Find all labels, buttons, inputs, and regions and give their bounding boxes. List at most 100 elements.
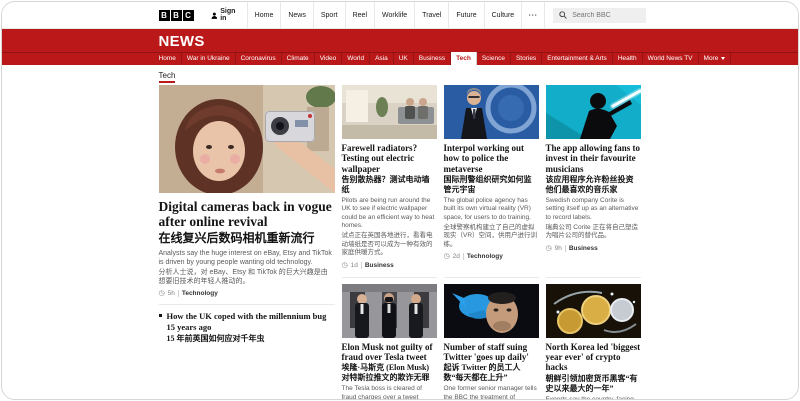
topnav-sport[interactable]: Sport [313,2,345,28]
article-title[interactable]: Digital cameras back in vogue after onli… [159,199,335,229]
news-masthead: NEWS [2,29,798,52]
article-meta: ◷ 2d Technology [444,253,539,260]
topnav-culture[interactable]: Culture [484,2,522,28]
article-title[interactable]: Elon Musk not guilty of fraud over Tesla… [342,342,437,363]
article-summary-zh: 分析人士说，对 eBay、Etsy 和 TikTok 的巨大兴趣是由想要旧技术的… [159,268,335,286]
browser-page: B B C Sign in Home News Sport Reel Workl… [1,1,799,400]
article-meta: ◷ 1d Business [342,262,437,269]
topnav-future[interactable]: Future [448,2,483,28]
subnav-item-health[interactable]: Health [613,52,643,65]
article-image-musk-court[interactable] [342,284,437,338]
article-image-musician[interactable] [546,85,641,139]
topnav-news[interactable]: News [280,2,313,28]
account-icon [211,11,218,20]
related-link[interactable]: How the UK coped with the millennium bug… [167,311,335,331]
clock-icon: ◷ [546,245,552,252]
bbc-global-header: B B C Sign in Home News Sport Reel Workl… [2,2,798,29]
subnav-item-entertainment-arts[interactable]: Entertainment & Arts [542,52,613,65]
meta-divider [178,290,179,297]
article-title-zh[interactable]: 告别散热器？测试电动墙纸 [342,175,437,195]
bbc-logo-b1: B [159,10,170,21]
article-summary: The Tesla boss is cleared of fraud charg… [342,385,437,400]
subnav-item-tech[interactable]: Tech [451,52,477,65]
article-title[interactable]: North Korea led 'biggest year ever' of c… [546,342,641,373]
story-card-twitter-staff: Number of staff suing Twitter 'goes up d… [444,277,539,400]
subnav-item-asia[interactable]: Asia [370,52,394,65]
story-grid: Digital cameras back in vogue after onli… [159,85,642,400]
sign-in-label: Sign in [220,8,237,22]
story-card-musk-fraud: Elon Musk not guilty of fraud over Tesla… [342,277,437,400]
clock-icon: ◷ [159,290,165,297]
meta-divider [463,253,464,260]
article-image-musk-twitter[interactable] [444,284,539,338]
story-card-main: Digital cameras back in vogue after onli… [159,85,335,400]
article-category-link[interactable]: Business [569,245,598,252]
news-section-nav: Home War in Ukraine Coronavirus Climate … [2,52,798,65]
bbc-logo-c: C [183,10,194,21]
story-card-crypto-hacks: North Korea led 'biggest year ever' of c… [546,277,641,400]
clock-icon: ◷ [342,262,348,269]
topnav-reel[interactable]: Reel [345,2,374,28]
subnav-item-video[interactable]: Video [315,52,343,65]
article-title-zh[interactable]: 埃隆·马斯克 (Elon Musk) 对特斯拉推文的欺诈无罪 [342,363,437,383]
article-category-link[interactable]: Technology [182,290,218,297]
article-summary: One former senior manager tells the BBC … [444,385,539,400]
related-links: How the UK coped with the millennium bug… [159,304,335,343]
news-title[interactable]: NEWS [159,29,642,52]
subnav-item-war-in-ukraine[interactable]: War in Ukraine [182,52,236,65]
story-card-interpol: Interpol working out how to police the m… [444,85,539,269]
story-card-electric-wallpaper: Farewell radiators? Testing out electric… [342,85,437,269]
subnav-item-uk[interactable]: UK [394,52,414,65]
sign-in-button[interactable]: Sign in [202,2,247,28]
bbc-logo[interactable]: B B C [159,2,202,28]
article-timestamp: 9h [555,245,562,252]
article-image-interpol[interactable] [444,85,539,139]
more-menu-icon[interactable]: ⋯ [521,2,544,28]
related-link-zh[interactable]: 15 年前英国如何应对千年虫 [167,334,335,344]
meta-divider [565,245,566,252]
article-summary: Analysts say the huge interest on eBay, … [159,249,335,267]
article-summary-zh: 试点正在英国各地进行，看看电动墙纸是否可以成为一种有效的家庭供暖方式。 [342,232,437,257]
article-image-electric-wallpaper[interactable] [342,85,437,139]
article-category-link[interactable]: Technology [467,253,503,260]
topnav-travel[interactable]: Travel [414,2,448,28]
article-summary: Pilots are being run around the UK to se… [342,197,437,231]
article-summary-zh: 瑞典公司 Corite 正在将自己塑造为唱片公司的替代品。 [546,224,641,241]
subnav-item-more[interactable]: More [699,52,732,65]
article-title-zh[interactable]: 国际刑警组织研究如何监管元宇宙 [444,175,539,195]
search-input[interactable] [570,11,640,20]
article-summary: Swedish company Corite is setting itself… [546,197,641,222]
subnav-item-business[interactable]: Business [414,52,451,65]
section-label-tech[interactable]: Tech [159,71,176,83]
article-image-crypto-coins[interactable] [546,284,641,338]
article-category-link[interactable]: Business [365,262,394,269]
subnav-item-climate[interactable]: Climate [282,52,315,65]
article-title[interactable]: The app allowing fans to invest in their… [546,143,641,174]
subnav-item-home[interactable]: Home [159,52,182,65]
article-title-zh[interactable]: 在线复兴后数码相机重新流行 [159,231,335,245]
article-title-zh[interactable]: 起诉 Twitter 的员工人数“每天都在上升” [444,363,539,383]
article-title[interactable]: Farewell radiators? Testing out electric… [342,143,437,174]
subnav-item-world[interactable]: World [342,52,370,65]
article-timestamp: 2d [453,253,460,260]
subnav-item-science[interactable]: Science [477,52,511,65]
subnav-item-stories[interactable]: Stories [511,52,542,65]
article-summary: The global police agency has built its o… [444,197,539,222]
bbc-logo-b2: B [171,10,182,21]
search-box[interactable] [553,8,646,23]
article-image-digital-cameras[interactable] [159,85,335,193]
chevron-down-icon [721,57,725,60]
topnav-worklife[interactable]: Worklife [374,2,414,28]
article-title[interactable]: Number of staff suing Twitter 'goes up d… [444,342,539,363]
article-title-zh[interactable]: 朝鲜引领加密货币黑客“有史以来最大的一年” [546,374,641,394]
section-label-row: Tech [159,71,642,80]
article-title[interactable]: Interpol working out how to police the m… [444,143,539,174]
article-timestamp: 5h [168,290,175,297]
topnav-home[interactable]: Home [247,2,281,28]
subnav-item-world-news-tv[interactable]: World News TV [643,52,699,65]
article-timestamp: 1d [351,262,358,269]
search-icon [559,11,567,19]
subnav-item-coronavirus[interactable]: Coronavirus [236,52,282,65]
clock-icon: ◷ [444,253,450,260]
article-title-zh[interactable]: 该应用程序允许粉丝投资他们最喜欢的音乐家 [546,175,641,195]
